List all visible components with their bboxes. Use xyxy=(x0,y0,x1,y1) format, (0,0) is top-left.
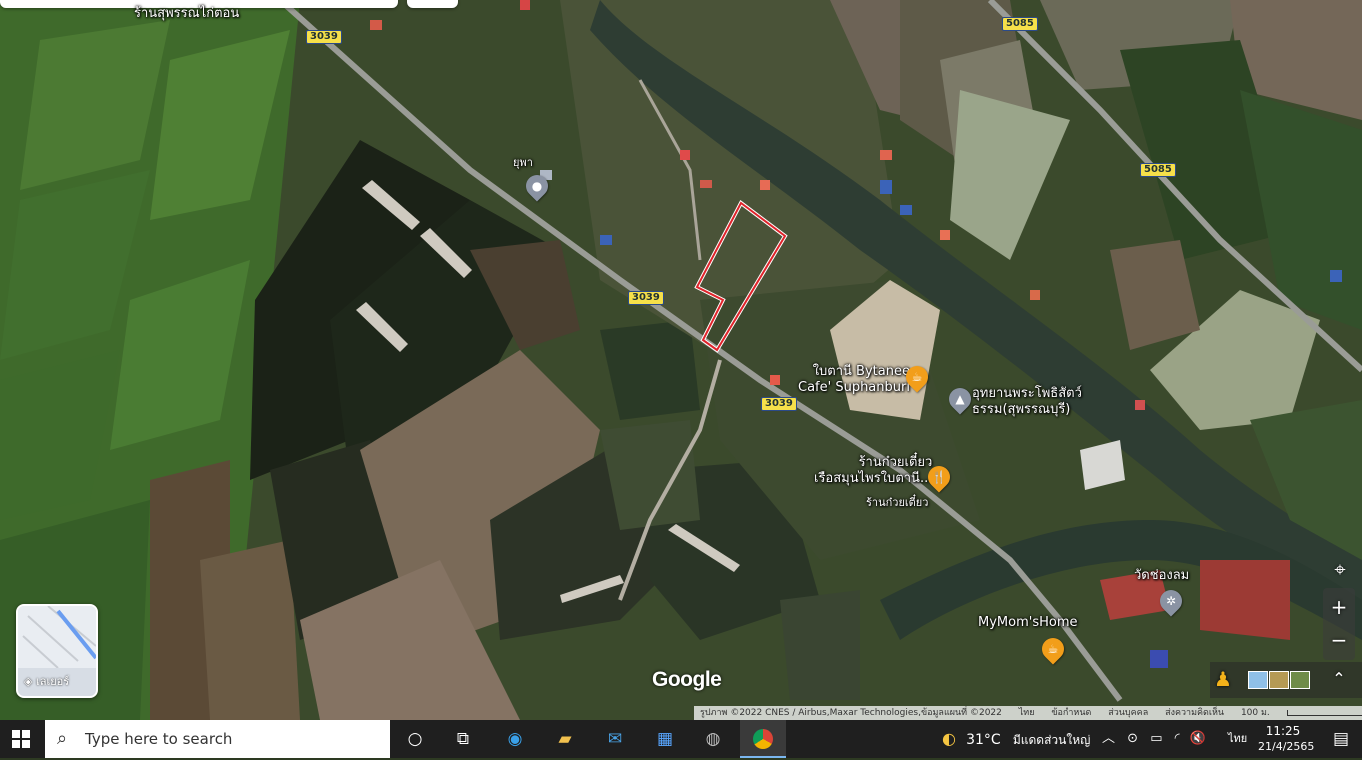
system-tray: ︿ ⊙ ▭ ◜ 🔇 xyxy=(1102,720,1206,758)
search-placeholder: Type here to search xyxy=(85,730,233,748)
imagery-thumb-3[interactable] xyxy=(1290,671,1310,689)
mail-icon[interactable]: ✉ xyxy=(600,724,630,754)
road-number: 3039 xyxy=(628,291,664,305)
road-number: 3039 xyxy=(306,30,342,44)
temple-pin[interactable]: ✲ xyxy=(1155,585,1187,617)
directions-button[interactable] xyxy=(407,0,458,8)
windows-logo xyxy=(12,730,30,748)
layers-label: ◈ เลเยอร์ xyxy=(24,672,69,690)
temple-icon: ▲ xyxy=(955,392,965,406)
layers-icon: ◈ xyxy=(24,675,33,688)
location-icon: ● xyxy=(531,179,543,193)
search-icon: ⌕ xyxy=(57,728,68,749)
scale-label[interactable]: 100 ม. xyxy=(1241,708,1270,718)
road-number: 5085 xyxy=(1002,17,1038,31)
app-icon[interactable]: ◍ xyxy=(698,724,728,754)
cafe-pin[interactable]: ☕ xyxy=(901,361,933,393)
place-label[interactable]: ยุพา xyxy=(513,156,533,169)
battery-icon[interactable]: ▭ xyxy=(1150,731,1162,746)
crosshair-icon[interactable]: ⌖ xyxy=(1325,554,1355,584)
zoom-out-button[interactable]: − xyxy=(1324,625,1354,655)
weather-text: มีแดดส่วนใหญ่ xyxy=(1012,733,1091,747)
taskbar-search-box[interactable]: ⌕ Type here to search xyxy=(45,720,390,758)
clock-date: 21/4/2565 xyxy=(1258,740,1315,753)
scale-bar xyxy=(1286,709,1362,716)
map-thumbnail-lines xyxy=(22,606,96,668)
imagery-thumb-1[interactable] xyxy=(1248,671,1268,689)
zoom-in-button[interactable]: + xyxy=(1324,592,1354,622)
road-number: 3039 xyxy=(761,397,797,411)
edge-icon[interactable]: ◉ xyxy=(500,724,530,754)
windows-start-icon[interactable] xyxy=(6,724,36,754)
cafe-label[interactable]: ใบตานี Bytanee Cafe' Suphanburi xyxy=(798,364,910,396)
input-language[interactable]: ไทย xyxy=(1228,720,1247,758)
clock[interactable]: 11:25 21/4/2565 xyxy=(1258,723,1315,755)
meet-now-icon[interactable]: ⊙ xyxy=(1127,731,1138,746)
home-label[interactable]: MyMom'sHome xyxy=(978,615,1077,631)
chevron-up-icon[interactable]: ︿ xyxy=(1102,731,1115,746)
park-label[interactable]: อุทยานพระโพธิสัตว์ ธรรม(สุพรรณบุรี) xyxy=(972,386,1082,418)
taskbar: ⌕ Type here to search ○ ⧉ ◉ ▰ ✉ ▦ ◍ ◐ 31… xyxy=(0,720,1362,758)
noodle-category: ร้านก๋วยเตี๋ยว xyxy=(866,496,929,509)
coffee-cup-icon: ☕ xyxy=(911,370,923,384)
chrome-logo xyxy=(753,729,773,749)
home-pin[interactable]: ☕ xyxy=(1037,633,1069,665)
file-explorer-icon[interactable]: ▰ xyxy=(550,724,580,754)
volume-muted-icon[interactable]: 🔇 xyxy=(1190,731,1206,746)
sun-cloud-icon: ◐ xyxy=(942,729,956,748)
chrome-icon[interactable] xyxy=(740,720,786,758)
store-icon[interactable]: ▦ xyxy=(650,724,680,754)
layers-text: เลเยอร์ xyxy=(35,675,70,688)
clock-time: 11:25 xyxy=(1265,724,1301,738)
cortana-icon[interactable]: ○ xyxy=(400,724,430,754)
weather-temp: 31°C xyxy=(966,732,1001,748)
dharma-wheel-icon: ✲ xyxy=(1165,594,1177,608)
imagery-credit: รูปภาพ ©2022 CNES / Airbus,Maxar Technol… xyxy=(700,708,1002,718)
imagery-thumb-2[interactable] xyxy=(1269,671,1289,689)
google-watermark: Google xyxy=(652,668,722,691)
terms-link[interactable]: ข้อกำหนด xyxy=(1051,708,1091,718)
road-number: 5085 xyxy=(1140,163,1176,177)
park-pin[interactable]: ▲ xyxy=(944,383,976,415)
restaurant-pin[interactable]: 🍴 xyxy=(923,461,955,493)
task-view-icon[interactable]: ⧉ xyxy=(448,724,478,754)
satellite-map[interactable]: 3039 3039 3039 5085 5085 ร้านสุพรรณไก่ตอ… xyxy=(0,0,1362,720)
language-link[interactable]: ไทย xyxy=(1019,708,1035,718)
feedback-link[interactable]: ส่งความคิดเห็น xyxy=(1165,708,1224,718)
place-label[interactable]: ร้านสุพรรณไก่ตอน xyxy=(134,6,239,22)
temple-label[interactable]: วัดช่องลม xyxy=(1134,568,1189,584)
satellite-imagery xyxy=(0,0,1362,720)
noodle-label[interactable]: ร้านก๋วยเตี๋ยว เรือสมุนไพรใบตานี... xyxy=(814,455,932,487)
layers-button[interactable]: ◈ เลเยอร์ xyxy=(16,604,98,698)
place-pin[interactable]: ● xyxy=(521,170,553,202)
chevron-up-icon[interactable]: ⌃ xyxy=(1324,664,1354,694)
coffee-cup-icon: ☕ xyxy=(1047,642,1059,656)
fork-knife-icon: 🍴 xyxy=(931,470,947,484)
privacy-link[interactable]: ส่วนบุคคล xyxy=(1108,708,1148,718)
pegman-icon[interactable]: ♟ xyxy=(1208,664,1238,694)
notifications-icon[interactable]: ▤ xyxy=(1326,724,1356,754)
weather-widget[interactable]: ◐ 31°C มีแดดส่วนใหญ่ xyxy=(942,720,1090,758)
wifi-icon[interactable]: ◜ xyxy=(1175,731,1180,746)
attribution-bar: รูปภาพ ©2022 CNES / Airbus,Maxar Technol… xyxy=(694,706,1362,720)
map-thumbnail xyxy=(18,606,96,668)
